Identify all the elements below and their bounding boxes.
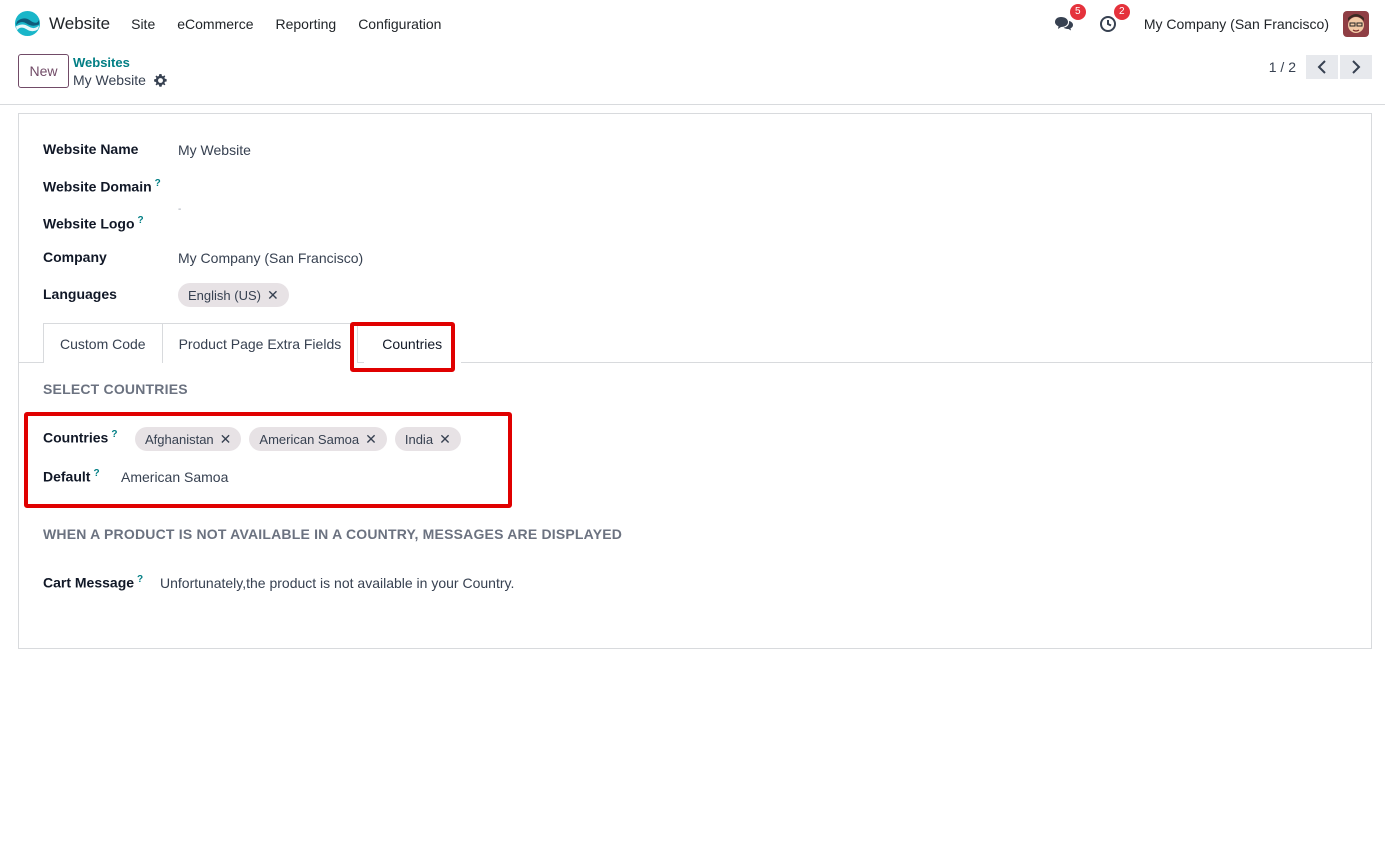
countries-label: Countries? <box>43 429 118 446</box>
unavailable-messages-heading: WHEN A PRODUCT IS NOT AVAILABLE IN A COU… <box>43 526 623 542</box>
cart-message-help[interactable]: ? <box>137 574 143 585</box>
remove-tag-icon[interactable]: ✕ <box>220 431 232 448</box>
gear-icon[interactable] <box>153 73 167 87</box>
chevron-right-icon <box>1352 60 1361 74</box>
website-logo-help[interactable]: ? <box>138 215 144 226</box>
country-tag-label: Afghanistan <box>145 431 214 447</box>
avatar-image <box>1343 10 1369 37</box>
chevron-left-icon <box>1317 60 1326 74</box>
messages-button[interactable]: 5 <box>1052 3 1086 36</box>
user-avatar[interactable] <box>1343 10 1369 37</box>
website-domain-field[interactable] <box>178 176 478 198</box>
company-switcher[interactable]: My Company (San Francisco) <box>1144 16 1329 32</box>
chat-icon <box>1054 16 1073 30</box>
company-field[interactable]: My Company (San Francisco) <box>178 250 363 266</box>
country-tag-label: India <box>404 431 434 447</box>
default-country-label: Default? <box>43 468 100 485</box>
activities-button[interactable]: 2 <box>1096 3 1130 36</box>
main-menu: Site eCommerce Reporting Configuration <box>131 16 463 32</box>
tab-highlight-box <box>350 322 455 372</box>
record-title: My Website <box>73 72 146 88</box>
company-label: Company <box>43 249 107 265</box>
language-tag-label: English (US) <box>188 287 261 303</box>
remove-tag-icon[interactable]: ✕ <box>439 431 451 448</box>
default-country-help[interactable]: ? <box>93 468 99 479</box>
control-panel: New Websites My Website 1 / 2 <box>0 47 1385 105</box>
website-app-icon <box>14 10 41 37</box>
menu-item-ecommerce[interactable]: eCommerce <box>177 16 253 32</box>
country-tag: American Samoa ✕ <box>249 427 387 451</box>
website-name-label: Website Name <box>43 141 139 157</box>
menu-item-configuration[interactable]: Configuration <box>358 16 441 32</box>
new-button[interactable]: New <box>18 54 69 88</box>
remove-tag-icon[interactable]: ✕ <box>267 287 279 304</box>
default-country-field[interactable]: American Samoa <box>121 469 228 485</box>
remove-tag-icon[interactable]: ✕ <box>365 431 377 448</box>
breadcrumb-websites[interactable]: Websites <box>73 55 130 70</box>
clock-icon <box>1099 15 1116 32</box>
tab-product-page-extra-fields[interactable]: Product Page Extra Fields <box>162 323 359 363</box>
country-tag: Afghanistan ✕ <box>135 427 242 451</box>
select-countries-heading: SELECT COUNTRIES <box>43 381 188 397</box>
website-logo-label: Website Logo? <box>43 215 144 232</box>
messages-badge: 5 <box>1069 3 1086 20</box>
website-domain-label: Website Domain? <box>43 178 161 195</box>
navbar-systray: 5 2 My Company (San Francisco) <box>1052 0 1369 47</box>
cart-message-label: Cart Message? <box>43 574 144 591</box>
language-tag: English (US) ✕ <box>178 283 289 307</box>
countries-help[interactable]: ? <box>111 429 117 440</box>
country-tag-label: American Samoa <box>259 431 360 447</box>
activities-badge: 2 <box>1113 3 1130 20</box>
form-sheet: Website Name My Website Website Domain? … <box>18 113 1373 649</box>
pager-previous-button[interactable] <box>1306 55 1338 79</box>
record-pager: 1 / 2 <box>1269 55 1372 79</box>
countries-field[interactable]: Afghanistan ✕ American Samoa ✕ India ✕ <box>135 427 469 451</box>
app-brand[interactable]: Website <box>14 10 110 37</box>
tab-custom-code[interactable]: Custom Code <box>43 323 163 363</box>
languages-field[interactable]: English (US) ✕ <box>178 283 297 307</box>
pager-next-button[interactable] <box>1340 55 1372 79</box>
website-logo-field[interactable]: - <box>178 204 181 215</box>
app-name: Website <box>49 13 111 33</box>
menu-item-site[interactable]: Site <box>131 16 155 32</box>
breadcrumb-current: My Website <box>73 72 167 88</box>
website-name-field[interactable]: My Website <box>178 142 251 158</box>
menu-item-reporting[interactable]: Reporting <box>275 16 336 32</box>
country-tag: India ✕ <box>394 427 461 451</box>
pager-value[interactable]: 1 / 2 <box>1269 59 1296 75</box>
website-domain-help[interactable]: ? <box>155 178 161 189</box>
top-navbar: Website Site eCommerce Reporting Configu… <box>0 0 1385 47</box>
languages-label: Languages <box>43 286 117 302</box>
cart-message-field[interactable]: Unfortunately,the product is not availab… <box>160 575 514 591</box>
